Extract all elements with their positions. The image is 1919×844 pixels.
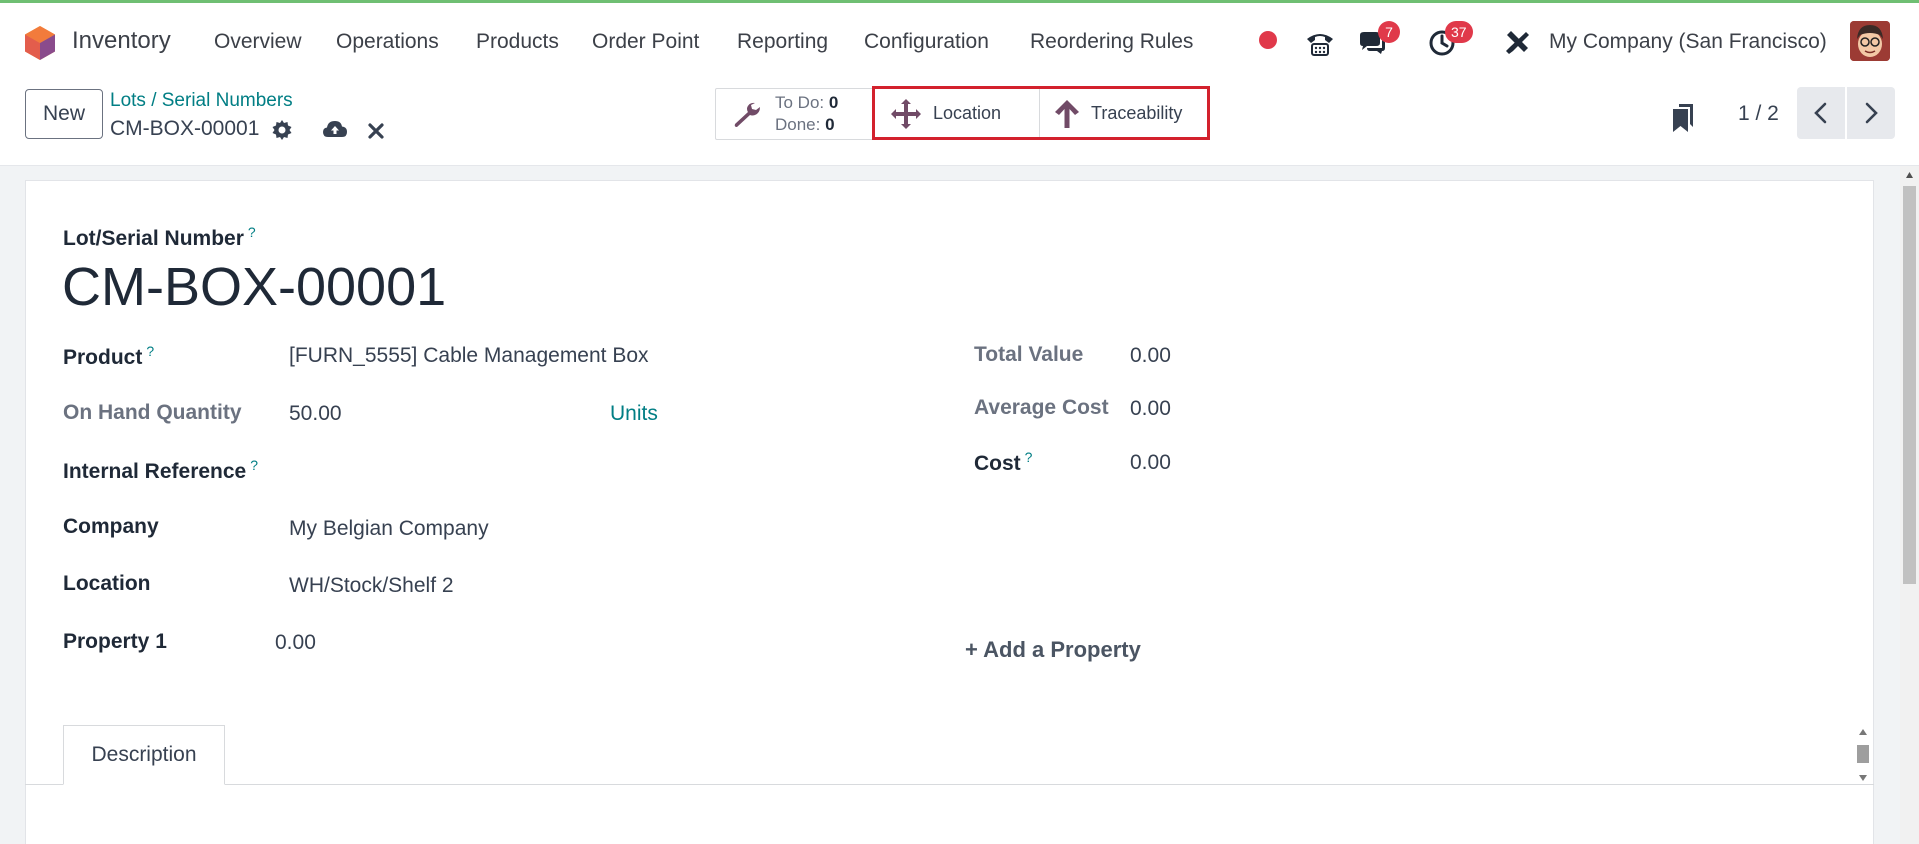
lot-serial-number-label: Lot/Serial Number?: [63, 224, 256, 251]
done-count: 0: [825, 115, 835, 134]
menu-configuration[interactable]: Configuration: [864, 30, 989, 54]
property-1-field[interactable]: 0.00: [275, 631, 316, 655]
notebook-tab-strip: [25, 784, 1874, 785]
todo-label: To Do: 0: [775, 93, 838, 113]
menu-operations[interactable]: Operations: [336, 30, 439, 54]
help-tooltip-icon[interactable]: ?: [248, 224, 256, 240]
on-hand-quantity-label: On Hand Quantity: [63, 401, 242, 424]
product-label: Product?: [63, 343, 154, 370]
average-cost-label: Average Cost: [974, 396, 1109, 419]
chevron-right-icon: [1865, 102, 1878, 124]
page-scrollbar[interactable]: [1900, 166, 1919, 844]
user-avatar[interactable]: [1850, 21, 1890, 61]
location-field[interactable]: WH/Stock/Shelf 2: [289, 574, 454, 598]
location-field-label: Location: [63, 572, 151, 595]
cost-label-text: Cost: [974, 452, 1021, 475]
title-label-text: Lot/Serial Number: [63, 227, 244, 250]
internal-reference-text: Internal Reference: [63, 460, 247, 483]
gear-icon[interactable]: [270, 118, 294, 142]
inner-scrollbar[interactable]: [1853, 727, 1873, 783]
cost-field[interactable]: 0.00: [1130, 451, 1171, 475]
discard-close-icon[interactable]: [366, 121, 386, 141]
on-hand-units-link[interactable]: Units: [610, 402, 658, 426]
tab-description[interactable]: Description: [63, 725, 225, 785]
menu-reordering-rules[interactable]: Reordering Rules: [1030, 30, 1193, 54]
cost-label: Cost?: [974, 449, 1032, 476]
internal-reference-help-icon[interactable]: ?: [250, 457, 258, 473]
product-help-icon[interactable]: ?: [146, 343, 154, 359]
messages-badge: 7: [1378, 21, 1400, 43]
total-value-label: Total Value: [974, 343, 1084, 366]
menu-reporting[interactable]: Reporting: [737, 30, 828, 54]
top-navbar: Inventory Overview Operations Products O…: [0, 0, 1919, 80]
inventory-app-icon[interactable]: [24, 25, 56, 61]
cost-help-icon[interactable]: ?: [1025, 449, 1033, 465]
on-hand-quantity-value: 50.00: [289, 402, 342, 425]
menu-overview[interactable]: Overview: [214, 30, 302, 54]
done-label: Done: 0: [775, 115, 835, 135]
todo-smart-button[interactable]: To Do: 0 Done: 0: [716, 89, 874, 139]
lot-serial-number-value[interactable]: CM-BOX-00001: [62, 256, 446, 318]
debug-tools-icon[interactable]: [1501, 27, 1533, 59]
menu-order-point[interactable]: Order Point: [592, 30, 699, 54]
todo-text: To Do:: [775, 93, 825, 112]
company-field[interactable]: My Belgian Company: [289, 517, 489, 541]
pager-previous-button[interactable]: [1797, 87, 1845, 139]
average-cost-value: 0.00: [1130, 397, 1171, 420]
page-scrollbar-thumb[interactable]: [1903, 186, 1916, 584]
product-label-text: Product: [63, 346, 143, 369]
activities-badge: 37: [1445, 21, 1473, 43]
phone-icon[interactable]: [1304, 27, 1336, 59]
wrench-icon: [734, 102, 760, 127]
internal-reference-label: Internal Reference?: [63, 457, 258, 484]
save-cloud-icon[interactable]: [322, 118, 348, 142]
app-name[interactable]: Inventory: [72, 27, 171, 55]
breadcrumb-current: CM-BOX-00001: [110, 117, 260, 140]
total-value-value: 0.00: [1130, 344, 1171, 367]
breadcrumb-parent-link[interactable]: Lots / Serial Numbers: [110, 90, 293, 112]
highlight-annotation-box: [872, 86, 1210, 140]
pager-next-button[interactable]: [1847, 87, 1895, 139]
internal-reference-field[interactable]: [289, 458, 709, 484]
done-text: Done:: [775, 115, 821, 134]
add-property-button[interactable]: + Add a Property: [965, 637, 1141, 663]
new-button[interactable]: New: [25, 89, 103, 139]
avatar-face-icon: [1850, 21, 1890, 61]
pager-value[interactable]: 1 / 2: [1738, 102, 1779, 126]
product-field[interactable]: [FURN_5555] Cable Management Box: [289, 344, 649, 368]
record-status-icon[interactable]: [1257, 29, 1279, 51]
company-label: Company: [63, 515, 159, 538]
todo-count: 0: [828, 93, 839, 112]
company-switcher[interactable]: My Company (San Francisco): [1549, 30, 1827, 54]
scroll-up-arrow-icon[interactable]: [1905, 171, 1914, 179]
chevron-left-icon: [1814, 102, 1827, 124]
menu-products[interactable]: Products: [476, 30, 559, 54]
property-1-label: Property 1: [63, 630, 167, 653]
bookmarks-icon[interactable]: [1670, 103, 1696, 133]
